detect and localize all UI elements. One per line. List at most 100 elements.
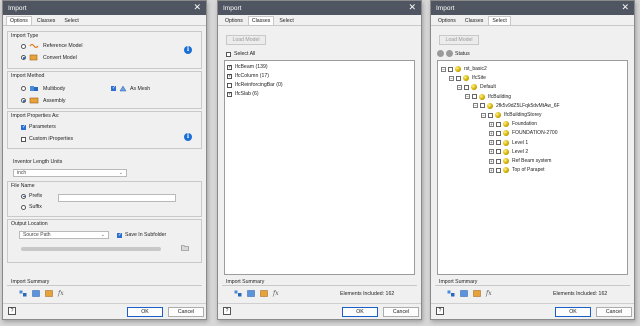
parameters-checkbox[interactable] (21, 124, 26, 130)
length-units-dropdown[interactable]: inch ⌄ (13, 169, 127, 177)
tree-expander-icon[interactable]: − (449, 75, 454, 81)
title-bar: Import ✕ (3, 1, 206, 15)
prefix-radio[interactable] (21, 193, 26, 199)
tab-classes[interactable]: Classes (247, 16, 275, 25)
load-model-button[interactable]: Load Model (226, 35, 266, 45)
parameters-label: Parameters (29, 124, 56, 130)
help-icon[interactable]: ? (8, 307, 16, 315)
tree-expander-icon[interactable]: − (473, 103, 478, 109)
class-checkbox[interactable] (227, 91, 232, 97)
tab-select[interactable]: Select (275, 16, 297, 25)
tree-checkbox[interactable] (464, 84, 469, 90)
status-dot-icon[interactable] (437, 50, 444, 57)
tab-classes[interactable]: Classes (461, 16, 487, 25)
tab-select[interactable]: Select (488, 16, 511, 25)
tree-checkbox[interactable] (456, 75, 461, 81)
ok-button[interactable]: OK (127, 307, 163, 317)
help-icon[interactable]: ? (223, 307, 231, 315)
tree-checkbox[interactable] (496, 130, 501, 136)
tree-expander-icon[interactable]: + (489, 130, 494, 136)
tree-node[interactable]: + Level 2 (489, 148, 528, 155)
cancel-button[interactable]: Cancel (383, 307, 419, 317)
close-icon[interactable]: ✕ (408, 2, 416, 13)
tree-node[interactable]: + Ref Beam system (489, 158, 551, 164)
tree-node[interactable]: − IfcBuilding (465, 93, 511, 100)
convert-model-option[interactable]: Convert Model (21, 54, 77, 61)
multibody-radio[interactable] (21, 86, 26, 91)
file-name-input[interactable] (58, 194, 176, 202)
tree-expander-icon[interactable]: + (489, 167, 494, 173)
tree-checkbox[interactable] (496, 140, 501, 146)
tree-checkbox[interactable] (496, 121, 501, 127)
class-checkbox[interactable] (227, 64, 232, 70)
list-item[interactable]: IfcSlab (6) (227, 91, 259, 97)
tab-classes[interactable]: Classes (33, 16, 59, 25)
tree-expander-icon[interactable]: + (489, 158, 494, 164)
tree-expander-icon[interactable]: + (489, 121, 494, 127)
select-all-checkbox[interactable] (226, 51, 231, 57)
tree-checkbox[interactable] (480, 103, 485, 109)
tree-expander-icon[interactable]: − (465, 94, 470, 100)
tab-options[interactable]: Options (434, 16, 460, 25)
tree-expander-icon[interactable]: − (441, 66, 446, 72)
tree-node[interactable]: + FOUNDATION-2700 (489, 130, 557, 137)
ok-button[interactable]: OK (555, 307, 591, 317)
close-icon[interactable]: ✕ (621, 2, 629, 13)
as-mesh-option[interactable]: As Mesh (111, 85, 150, 92)
tree-node[interactable]: − IfcSite (449, 75, 486, 82)
status-dot-icon[interactable] (446, 50, 453, 57)
multibody-option[interactable]: Multibody (21, 85, 65, 92)
tree-expander-icon[interactable]: − (457, 84, 462, 90)
tree-node[interactable]: + Level 1 (489, 139, 528, 146)
info-icon[interactable]: i (184, 133, 192, 141)
tree-checkbox[interactable] (488, 112, 493, 118)
custom-iproperties-option[interactable]: Custom iProperties (21, 136, 73, 142)
save-in-subfolder-checkbox[interactable] (117, 232, 122, 238)
tree-node[interactable]: − IfcBuildingStorey (481, 112, 542, 118)
convert-model-radio[interactable] (21, 55, 26, 60)
tree-node[interactable]: − rst_basic2 (441, 66, 487, 72)
tree-node[interactable]: − Default (457, 84, 496, 91)
save-in-subfolder-option[interactable]: Save In Subfolder (117, 232, 166, 238)
tree-node[interactable]: + Foundation (489, 121, 537, 128)
tree-node[interactable]: + Top of Parapet (489, 167, 545, 174)
suffix-radio[interactable] (21, 204, 26, 210)
tab-options[interactable]: Options (6, 16, 32, 25)
tree-checkbox[interactable] (496, 158, 501, 164)
cancel-button[interactable]: Cancel (168, 307, 204, 317)
tree-expander-icon[interactable]: + (489, 140, 494, 146)
assembly-radio[interactable] (21, 98, 26, 103)
class-checkbox[interactable] (227, 73, 232, 79)
tree-node[interactable]: − 2fk5v9dZ5LFqk5dvMtAw_6F (473, 102, 560, 109)
list-item[interactable]: IfcColumn (17) (227, 73, 269, 79)
parameters-option[interactable]: Parameters (21, 124, 56, 130)
folder-icon[interactable] (181, 244, 189, 251)
output-source-dropdown[interactable]: Source Path ⌄ (19, 231, 109, 239)
as-mesh-checkbox[interactable] (111, 85, 116, 91)
custom-iproperties-checkbox[interactable] (21, 136, 26, 142)
list-item[interactable]: IfcReinforcingBar (0) (227, 82, 283, 88)
tree-checkbox[interactable] (472, 94, 477, 100)
select-all-option[interactable]: Select All (226, 51, 255, 57)
status-ball-icon (487, 102, 493, 109)
close-icon[interactable]: ✕ (193, 2, 201, 13)
suffix-option[interactable]: Suffix (21, 204, 42, 210)
tab-options[interactable]: Options (221, 16, 247, 25)
cancel-button[interactable]: Cancel (596, 307, 632, 317)
load-model-button[interactable]: Load Model (439, 35, 479, 45)
info-icon[interactable]: i (184, 46, 192, 54)
ok-button[interactable]: OK (342, 307, 378, 317)
tab-select[interactable]: Select (60, 16, 82, 25)
tree-checkbox[interactable] (496, 167, 501, 173)
list-item[interactable]: IfcBeam (139) (227, 64, 268, 70)
help-icon[interactable]: ? (436, 307, 444, 315)
tree-expander-icon[interactable]: + (489, 149, 494, 155)
tree-checkbox[interactable] (496, 149, 501, 155)
tree-expander-icon[interactable]: − (481, 112, 486, 118)
tree-checkbox[interactable] (448, 66, 453, 72)
prefix-option[interactable]: Prefix (21, 193, 42, 199)
class-checkbox[interactable] (227, 82, 232, 88)
assembly-option[interactable]: Assembly (21, 97, 66, 104)
reference-model-radio[interactable] (21, 43, 26, 49)
reference-model-option[interactable]: Reference Model (21, 43, 83, 49)
